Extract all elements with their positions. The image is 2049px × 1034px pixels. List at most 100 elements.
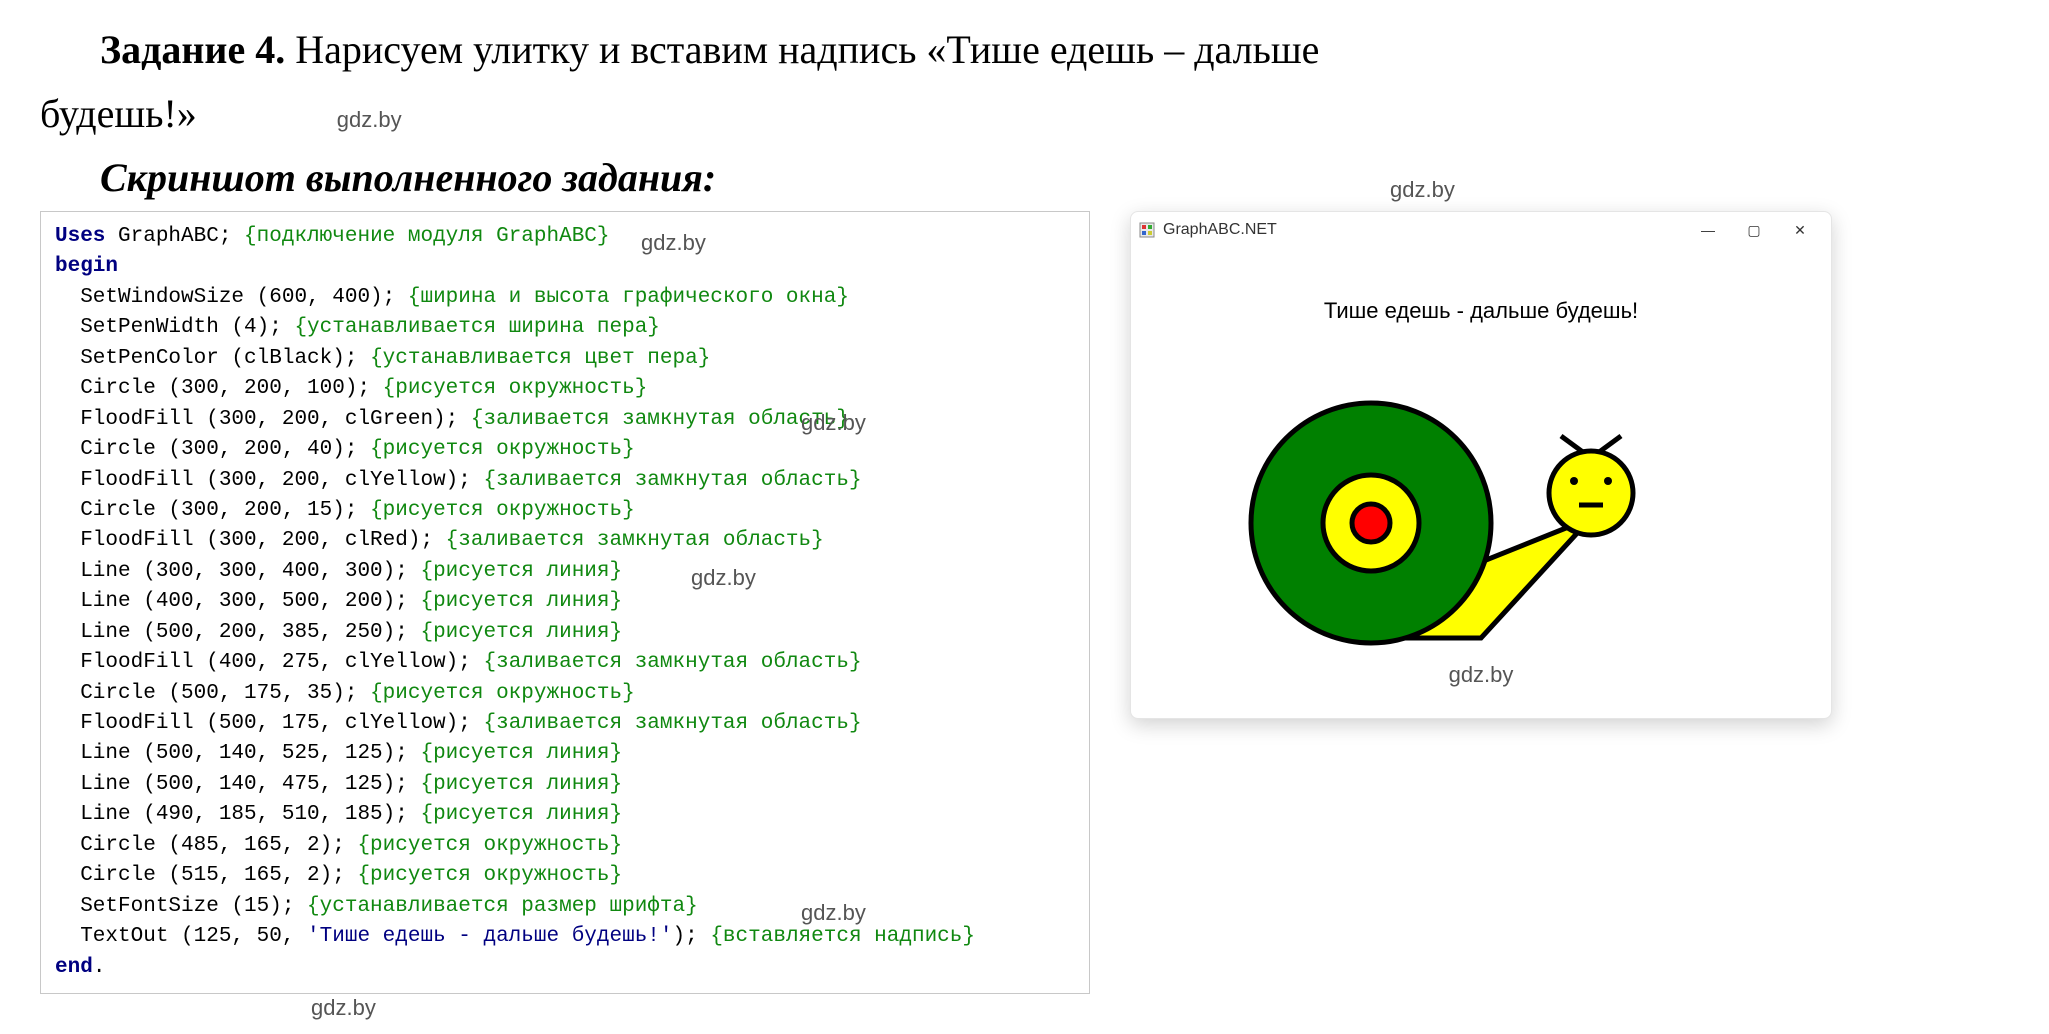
code-line: Line (300, 300, 400, 300); {рисуется лин… bbox=[55, 557, 1079, 587]
code-line: SetPenColor (clBlack); {устанавливается … bbox=[55, 344, 1079, 374]
code-token: Uses bbox=[55, 225, 105, 248]
code-line: FloodFill (500, 175, clYellow); {заливае… bbox=[55, 709, 1079, 739]
code-token: FloodFill (400, 275, clYellow); bbox=[55, 651, 483, 674]
code-token: {подключение модуля GraphABC} bbox=[244, 225, 609, 248]
code-token: {заливается замкнутая область} bbox=[483, 469, 861, 492]
code-line: Line (490, 185, 510, 185); {рисуется лин… bbox=[55, 800, 1079, 830]
code-token: {заливается замкнутая область} bbox=[483, 651, 861, 674]
code-token: SetPenColor (clBlack); bbox=[55, 347, 370, 370]
code-token: Circle (485, 165, 2); bbox=[55, 834, 357, 857]
code-line: Line (500, 140, 525, 125); {рисуется лин… bbox=[55, 739, 1079, 769]
code-token: {рисуется окружность} bbox=[370, 682, 635, 705]
snail-drawing bbox=[1221, 348, 1741, 668]
window-title: GraphABC.NET bbox=[1163, 221, 1277, 239]
code-token: SetFontSize (15); bbox=[55, 895, 307, 918]
code-line: FloodFill (300, 200, clRed); {заливается… bbox=[55, 526, 1079, 556]
watermark: gdz.by bbox=[801, 407, 866, 439]
code-token: Line (300, 300, 400, 300); bbox=[55, 560, 420, 583]
window-titlebar: GraphABC.NET — ▢ ✕ bbox=[1131, 212, 1831, 248]
code-line: FloodFill (400, 275, clYellow); {заливае… bbox=[55, 648, 1079, 678]
code-token: GraphABC; bbox=[105, 225, 244, 248]
screenshot-heading: Скриншот выполненного задания: bbox=[100, 154, 2009, 201]
minimize-button[interactable]: — bbox=[1685, 215, 1731, 245]
code-token: {заливается замкнутая область} bbox=[483, 712, 861, 735]
code-line: Circle (485, 165, 2); {рисуется окружнос… bbox=[55, 831, 1079, 861]
code-token: {рисуется окружность} bbox=[370, 438, 635, 461]
code-token: begin bbox=[55, 255, 118, 278]
code-token: FloodFill (300, 200, clGreen); bbox=[55, 408, 471, 431]
watermark: gdz.by bbox=[801, 897, 866, 929]
watermark: gdz.by bbox=[691, 562, 756, 594]
code-token: {рисуется линия} bbox=[420, 742, 622, 765]
output-window: GraphABC.NET — ▢ ✕ Тише едешь - дальше б… bbox=[1130, 211, 1832, 719]
code-token: FloodFill (300, 200, clRed); bbox=[55, 529, 446, 552]
task-label: Задание 4. bbox=[100, 27, 285, 72]
code-token: FloodFill (300, 200, clYellow); bbox=[55, 469, 483, 492]
code-token: 'Тише едешь - дальше будешь!' bbox=[307, 925, 672, 948]
code-token: {рисуется линия} bbox=[420, 590, 622, 613]
code-line: TextOut (125, 50, 'Тише едешь - дальше б… bbox=[55, 922, 1079, 952]
code-token: Line (500, 200, 385, 250); bbox=[55, 621, 420, 644]
maximize-button[interactable]: ▢ bbox=[1731, 215, 1777, 245]
code-token: {рисуется линия} bbox=[420, 560, 622, 583]
task-text-2: будешь!» bbox=[40, 84, 197, 144]
code-token: {заливается замкнутая область} bbox=[471, 408, 849, 431]
code-token: Line (500, 140, 525, 125); bbox=[55, 742, 420, 765]
code-token: Line (500, 140, 475, 125); bbox=[55, 773, 420, 796]
watermark: gdz.by bbox=[311, 992, 376, 1024]
watermark: gdz.by bbox=[1390, 177, 1455, 203]
code-token: {устанавливается цвет пера} bbox=[370, 347, 710, 370]
code-line: Circle (300, 200, 100); {рисуется окружн… bbox=[55, 374, 1079, 404]
code-token: Circle (300, 200, 100); bbox=[55, 377, 383, 400]
code-token: {устанавливается размер шрифта} bbox=[307, 895, 698, 918]
watermark: gdz.by bbox=[337, 103, 402, 136]
code-line: Line (400, 300, 500, 200); {рисуется лин… bbox=[55, 587, 1079, 617]
code-token: . bbox=[93, 956, 106, 979]
code-token: ); bbox=[673, 925, 711, 948]
code-token: Circle (300, 200, 15); bbox=[55, 499, 370, 522]
task-text-1: Нарисуем улитку и вставим надпись «Тише … bbox=[285, 27, 1319, 72]
code-token: {рисуется линия} bbox=[420, 621, 622, 644]
code-line: Circle (300, 200, 40); {рисуется окружно… bbox=[55, 435, 1079, 465]
code-token: Line (490, 185, 510, 185); bbox=[55, 803, 420, 826]
code-line: Circle (500, 175, 35); {рисуется окружно… bbox=[55, 679, 1079, 709]
code-token: {рисуется окружность} bbox=[370, 499, 635, 522]
code-token: {рисуется линия} bbox=[420, 803, 622, 826]
app-icon bbox=[1139, 222, 1155, 238]
code-token: {рисуется окружность} bbox=[357, 864, 622, 887]
code-token: SetPenWidth (4); bbox=[55, 316, 294, 339]
code-token: Line (400, 300, 500, 200); bbox=[55, 590, 420, 613]
code-line: Line (500, 200, 385, 250); {рисуется лин… bbox=[55, 618, 1079, 648]
code-listing: Uses GraphABC; {подключение модуля Graph… bbox=[40, 211, 1090, 994]
code-line: Circle (515, 165, 2); {рисуется окружнос… bbox=[55, 861, 1079, 891]
code-line: FloodFill (300, 200, clYellow); {заливае… bbox=[55, 466, 1079, 496]
code-line: begin bbox=[55, 252, 1079, 282]
code-token: end bbox=[55, 956, 93, 979]
code-token: Circle (515, 165, 2); bbox=[55, 864, 357, 887]
code-token: Circle (500, 175, 35); bbox=[55, 682, 370, 705]
code-line: Circle (300, 200, 15); {рисуется окружно… bbox=[55, 496, 1079, 526]
watermark: gdz.by bbox=[1131, 662, 1831, 688]
code-token: TextOut (125, 50, bbox=[55, 925, 307, 948]
code-token: SetWindowSize (600, 400); bbox=[55, 286, 408, 309]
close-button[interactable]: ✕ bbox=[1777, 215, 1823, 245]
code-line: end. bbox=[55, 953, 1079, 983]
code-line: Uses GraphABC; {подключение модуля Graph… bbox=[55, 222, 1079, 252]
code-token: {рисуется окружность} bbox=[383, 377, 648, 400]
canvas-text: Тише едешь - дальше будешь! bbox=[1131, 298, 1831, 324]
graphics-canvas: Тише едешь - дальше будешь! bbox=[1131, 248, 1831, 718]
code-line: SetFontSize (15); {устанавливается разме… bbox=[55, 892, 1079, 922]
code-line: SetPenWidth (4); {устанавливается ширина… bbox=[55, 313, 1079, 343]
code-token: {рисуется линия} bbox=[420, 773, 622, 796]
code-line: FloodFill (300, 200, clGreen); {заливает… bbox=[55, 405, 1079, 435]
task-line-1: Задание 4. Нарисуем улитку и вставим над… bbox=[40, 20, 2009, 80]
watermark: gdz.by bbox=[641, 227, 706, 259]
code-line: Line (500, 140, 475, 125); {рисуется лин… bbox=[55, 770, 1079, 800]
code-line: SetWindowSize (600, 400); {ширина и высо… bbox=[55, 283, 1079, 313]
code-token: Circle (300, 200, 40); bbox=[55, 438, 370, 461]
code-token: {устанавливается ширина пера} bbox=[294, 316, 659, 339]
code-token: FloodFill (500, 175, clYellow); bbox=[55, 712, 483, 735]
code-token: {рисуется окружность} bbox=[357, 834, 622, 857]
code-token: {заливается замкнутая область} bbox=[446, 529, 824, 552]
code-token: {ширина и высота графического окна} bbox=[408, 286, 849, 309]
